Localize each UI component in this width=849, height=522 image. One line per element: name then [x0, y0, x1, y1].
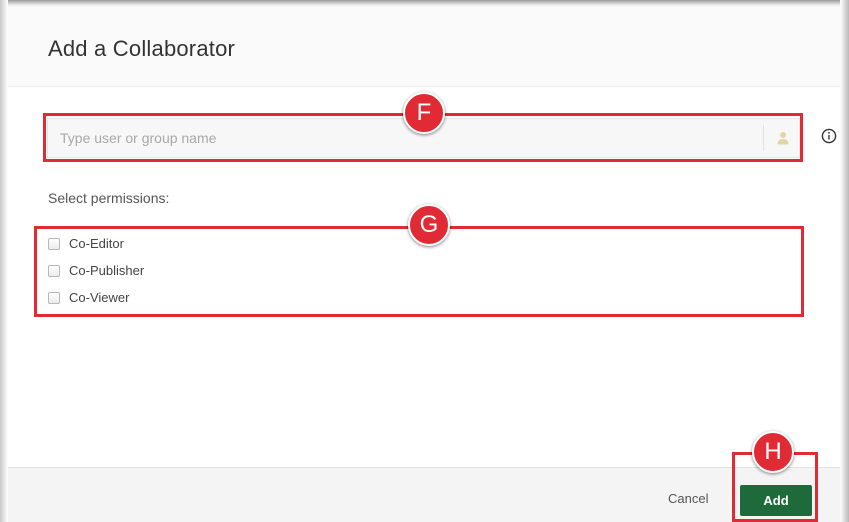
- dialog-title: Add a Collaborator: [48, 36, 236, 61]
- add-collaborator-dialog: Add a Collaborator Select permissions: C…: [0, 0, 849, 522]
- permissions-label: Select permissions:: [48, 190, 170, 206]
- annotation-badge-g: G: [408, 204, 450, 246]
- cancel-button[interactable]: Cancel: [668, 491, 708, 506]
- dialog-shadow-top: [0, 0, 849, 8]
- dialog-shadow-right: [840, 0, 849, 522]
- annotation-badge-f: F: [403, 92, 445, 134]
- dialog-shadow-left: [0, 0, 8, 522]
- dialog-footer: [8, 467, 840, 522]
- annotation-badge-h: H: [752, 431, 794, 473]
- info-icon[interactable]: [821, 128, 837, 144]
- dialog-header: Add a Collaborator: [8, 8, 840, 87]
